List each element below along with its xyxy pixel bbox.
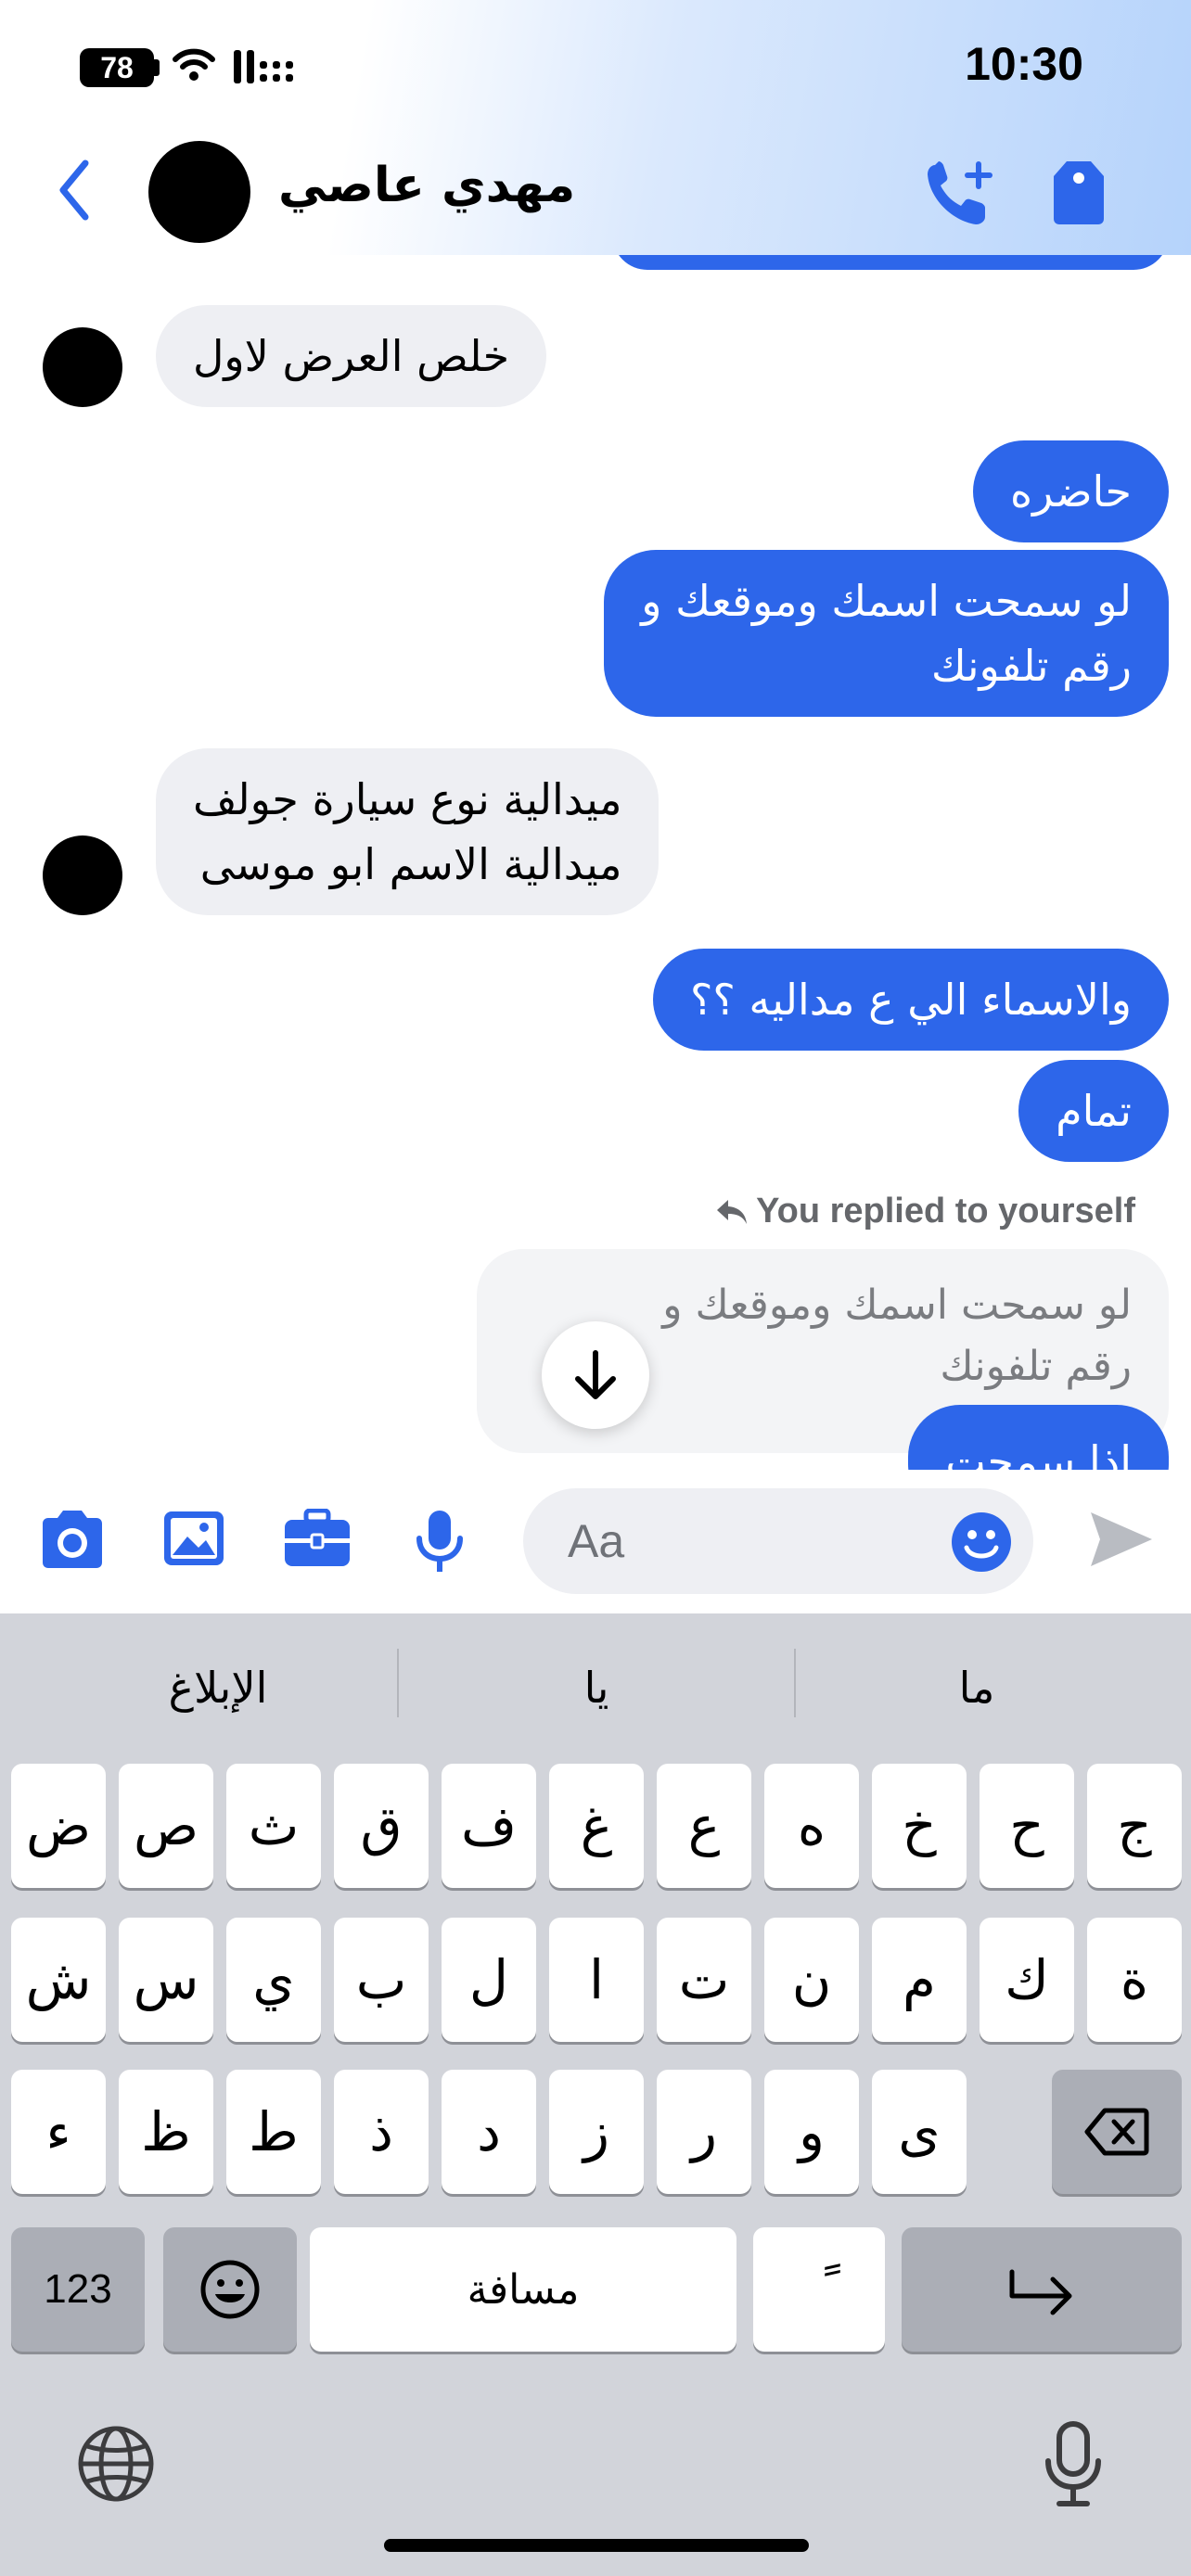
- return-icon: [1009, 2269, 1072, 2315]
- return-key[interactable]: [902, 2227, 1182, 2352]
- message-bubble-incoming[interactable]: ميدالية نوع سيارة جولف ميدالية الاسم ابو…: [156, 748, 660, 915]
- wifi-icon: [173, 48, 215, 81]
- send-icon[interactable]: [1087, 1509, 1156, 1570]
- key[interactable]: ظ: [119, 2070, 213, 2194]
- key[interactable]: ذ: [334, 2070, 429, 2194]
- home-indicator: [384, 2539, 809, 2552]
- message-bubble-outgoing[interactable]: تمام: [1018, 1060, 1169, 1162]
- clock: 10:30: [965, 38, 1083, 90]
- microphone-icon[interactable]: [412, 1509, 467, 1574]
- back-chevron-icon[interactable]: [56, 158, 93, 223]
- message-bubble-outgoing[interactable]: اذا سمحت: [908, 1405, 1169, 1470]
- suggestion[interactable]: ما: [796, 1651, 1158, 1725]
- key[interactable]: ج: [1087, 1764, 1182, 1888]
- key[interactable]: ث: [226, 1764, 321, 1888]
- key[interactable]: ى: [872, 2070, 967, 2194]
- tag-icon[interactable]: [1050, 158, 1108, 228]
- key[interactable]: ق: [334, 1764, 429, 1888]
- battery-icon: 78: [80, 48, 160, 87]
- conversation-header: مهدي عاصي: [0, 130, 1191, 255]
- message-list[interactable]: خلص العرض لاول حاضره لو سمحت اسمك وموقعك…: [0, 255, 1191, 1470]
- contact-name[interactable]: مهدي عاصي: [278, 158, 575, 213]
- diacritic-key[interactable]: ً: [753, 2227, 885, 2352]
- message-text: حاضره: [1010, 466, 1132, 516]
- backspace-icon: [1084, 2108, 1149, 2156]
- sender-avatar: [43, 327, 122, 407]
- key[interactable]: ح: [980, 1764, 1074, 1888]
- emoji-key[interactable]: [163, 2227, 297, 2352]
- message-input-placeholder: Aa: [568, 1515, 625, 1567]
- image-icon[interactable]: [161, 1509, 226, 1568]
- reply-note: You replied to yourself: [715, 1192, 1135, 1231]
- camera-icon[interactable]: [37, 1509, 108, 1570]
- key[interactable]: ص: [119, 1764, 213, 1888]
- key[interactable]: ط: [226, 2070, 321, 2194]
- key[interactable]: ز: [549, 2070, 644, 2194]
- sender-avatar: [43, 835, 122, 915]
- message-text: تمام: [1056, 1086, 1132, 1136]
- add-call-icon[interactable]: [924, 158, 998, 228]
- globe-icon[interactable]: [76, 2424, 156, 2504]
- key[interactable]: ن: [764, 1918, 859, 2042]
- key[interactable]: ل: [442, 1918, 536, 2042]
- key[interactable]: ر: [657, 2070, 751, 2194]
- scroll-to-bottom-button[interactable]: [542, 1321, 649, 1429]
- reply-arrow-icon: [717, 1200, 748, 1224]
- keyboard: الإبلاغ يا ما ضصثقفغعهخحج شسيبلاتنمكة ءظ…: [0, 1613, 1191, 2576]
- message-input[interactable]: Aa: [523, 1488, 1033, 1594]
- message-text: خلص العرض لاول: [193, 331, 510, 381]
- space-key[interactable]: مسافة: [310, 2227, 736, 2352]
- key[interactable]: و: [764, 2070, 859, 2194]
- briefcase-icon[interactable]: [282, 1509, 352, 1568]
- key[interactable]: س: [119, 1918, 213, 2042]
- message-text-line: لو سمحت اسمك وموقعك و: [641, 576, 1132, 626]
- key[interactable]: ء: [11, 2070, 106, 2194]
- key[interactable]: ة: [1087, 1918, 1182, 2042]
- key[interactable]: غ: [549, 1764, 644, 1888]
- emoji-icon: [200, 2260, 260, 2319]
- key[interactable]: م: [872, 1918, 967, 2042]
- message-bubble-outgoing[interactable]: حاضره: [973, 440, 1169, 542]
- key[interactable]: ه: [764, 1764, 859, 1888]
- suggestion[interactable]: الإبلاغ: [37, 1651, 399, 1725]
- key[interactable]: ض: [11, 1764, 106, 1888]
- dictation-mic-icon[interactable]: [1041, 2420, 1106, 2509]
- message-text-line: ميدالية نوع سيارة جولف: [193, 774, 622, 824]
- message-bubble-outgoing[interactable]: والاسماء الي ع مداليه ؟؟: [652, 949, 1169, 1051]
- key[interactable]: د: [442, 2070, 536, 2194]
- key[interactable]: ش: [11, 1918, 106, 2042]
- message-text-line: رقم تلفونك: [930, 641, 1132, 691]
- key[interactable]: ع: [657, 1764, 751, 1888]
- key[interactable]: خ: [872, 1764, 967, 1888]
- signal-icon: [234, 50, 293, 83]
- battery-level: 78: [100, 51, 134, 84]
- message-text-line: ميدالية الاسم ابو موسى: [199, 839, 622, 889]
- suggestion[interactable]: يا: [399, 1651, 794, 1725]
- key[interactable]: ا: [549, 1918, 644, 2042]
- backspace-key[interactable]: [1052, 2070, 1182, 2194]
- emoji-icon[interactable]: [950, 1511, 1013, 1574]
- message-bubble-outgoing[interactable]: لو سمحت اسمك وموقعك و رقم تلفونك: [604, 550, 1169, 717]
- key[interactable]: ت: [657, 1918, 751, 2042]
- contact-avatar[interactable]: [148, 141, 250, 243]
- message-text: والاسماء الي ع مداليه ؟؟: [689, 975, 1132, 1025]
- key[interactable]: ك: [980, 1918, 1074, 2042]
- message-bubble-partial: [612, 255, 1169, 270]
- message-composer: Aa: [0, 1470, 1191, 1613]
- key[interactable]: ف: [442, 1764, 536, 1888]
- message-bubble-incoming[interactable]: خلص العرض لاول: [156, 305, 547, 407]
- numbers-key[interactable]: 123: [11, 2227, 145, 2352]
- reply-note-text: You replied to yourself: [756, 1192, 1135, 1231]
- arrow-down-icon: [575, 1350, 616, 1399]
- key[interactable]: ي: [226, 1918, 321, 2042]
- key[interactable]: ب: [334, 1918, 429, 2042]
- message-text: اذا سمحت: [945, 1436, 1132, 1470]
- status-bar: 78 10:30: [0, 0, 1191, 130]
